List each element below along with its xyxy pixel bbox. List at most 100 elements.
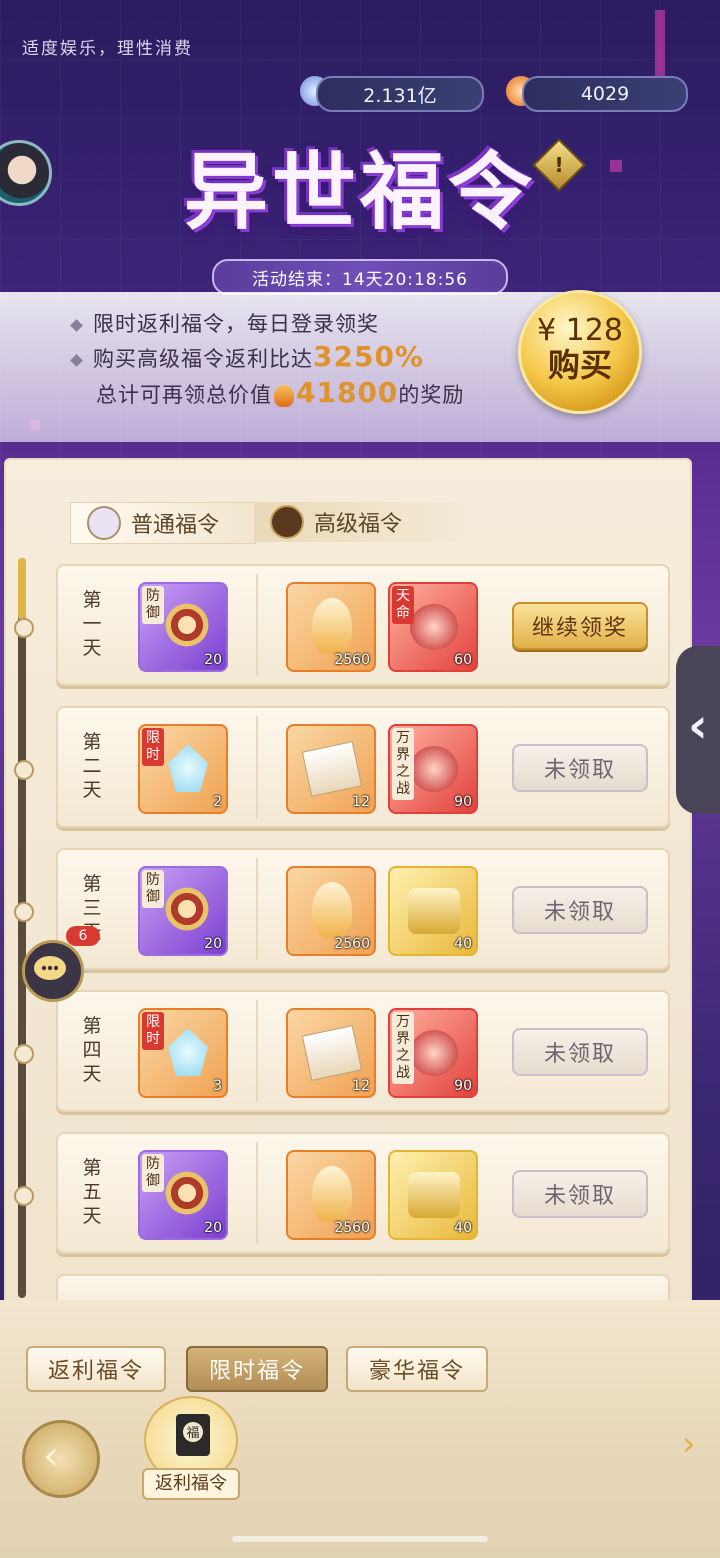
flame-currency-value: 4029 <box>522 76 688 112</box>
day-label: 第五天 <box>82 1157 102 1227</box>
reward-row-day3: 第三天 防御 20 2560 40 未领取 <box>14 848 670 970</box>
back-arrow-icon: ‹ <box>43 1433 59 1479</box>
flame-coin-icon <box>312 598 352 654</box>
advanced-reward-item-2[interactable]: 天命 60 <box>388 582 478 672</box>
free-reward-item[interactable]: 防御 20 <box>138 582 228 672</box>
unclaimed-button[interactable]: 未领取 <box>512 1170 648 1218</box>
buy-button[interactable]: ¥ 128 购买 <box>518 290 642 414</box>
rebate-pass-label: 返利福令 <box>142 1468 240 1500</box>
free-reward-item[interactable]: 防御 20 <box>138 866 228 956</box>
progress-knob <box>14 902 34 922</box>
item-qty: 12 <box>352 794 370 810</box>
defense-orb-icon <box>162 1168 212 1218</box>
gold-chest-icon <box>408 1172 460 1218</box>
item-qty: 20 <box>204 936 222 952</box>
tab-limited-pass[interactable]: 限时福令 <box>186 1346 328 1392</box>
health-notice: 适度娱乐，理性消费 <box>22 39 193 59</box>
buy-price: ¥ 128 <box>537 313 623 348</box>
tab-rebate-pass[interactable]: 返利福令 <box>26 1346 166 1392</box>
buy-label: 购买 <box>547 346 612 384</box>
promo-line-1: 限时返利福令，每日登录领奖 <box>70 308 379 338</box>
flame-coin-icon <box>312 1166 352 1222</box>
item-tag: 万界之战 <box>392 728 414 800</box>
promo-line-3: 总计可再领总价值 41800的奖励 <box>96 376 465 409</box>
bottom-bar <box>0 1300 720 1558</box>
advanced-reward-item-2[interactable]: 万界之战 90 <box>388 724 478 814</box>
advanced-reward-item-1[interactable]: 2560 <box>286 582 376 672</box>
divider <box>256 574 258 676</box>
divider <box>256 716 258 818</box>
svg-text:福: 福 <box>186 1426 199 1441</box>
back-button[interactable]: ‹ <box>22 1420 100 1498</box>
progress-rail-fill <box>18 558 26 620</box>
red-pouch-icon <box>410 746 458 792</box>
item-tag: 限时 <box>142 1012 164 1050</box>
gift-box-icon <box>270 505 304 539</box>
event-timer: 活动结束：14天20:18:56 <box>212 259 508 295</box>
item-tag: 防御 <box>142 586 164 624</box>
reward-row-day2: 第二天 限时 2 12 万界之战 90 未领取 <box>14 706 670 828</box>
home-indicator <box>232 1536 488 1542</box>
advanced-reward-item-1[interactable]: 12 <box>286 724 376 814</box>
item-qty: 20 <box>204 652 222 668</box>
progress-knob <box>14 760 34 780</box>
advanced-reward-item-2[interactable]: 万界之战 90 <box>388 1008 478 1098</box>
claim-button[interactable]: 继续领奖 <box>512 602 648 650</box>
defense-orb-icon <box>162 600 212 650</box>
tab-normal-pass[interactable]: 普通福令 <box>70 502 256 544</box>
item-qty: 2560 <box>334 652 370 668</box>
free-reward-item[interactable]: 防御 20 <box>138 1150 228 1240</box>
advanced-reward-item-1[interactable]: 2560 <box>286 1150 376 1240</box>
day-label: 第二天 <box>82 731 102 801</box>
progress-knob <box>14 1186 34 1206</box>
reward-row-day4: 第四天 限时 3 12 万界之战 90 未领取 <box>14 990 670 1112</box>
tab-luxury-pass[interactable]: 豪华福令 <box>346 1346 488 1392</box>
tab-advanced-pass[interactable]: 高级福令 <box>254 502 464 542</box>
flame-coin-icon <box>274 385 294 407</box>
next-arrow-icon[interactable]: › <box>682 1424 696 1464</box>
jade-currency-value: 2.131亿 <box>316 76 484 112</box>
item-qty: 2560 <box>334 1220 370 1236</box>
rebate-percent: 3250% <box>313 340 424 373</box>
advanced-reward-item-1[interactable]: 2560 <box>286 866 376 956</box>
advanced-reward-item-2[interactable]: 40 <box>388 1150 478 1240</box>
item-tag: 防御 <box>142 1154 164 1192</box>
item-qty: 60 <box>454 652 472 668</box>
divider <box>256 1142 258 1244</box>
reward-row-day1: 第一天 防御 20 2560 天命 60 继续领奖 <box>14 564 670 686</box>
gold-chest-icon <box>408 888 460 934</box>
day-label: 第一天 <box>82 589 102 659</box>
bullet-diamond-icon <box>70 318 83 332</box>
promo-line-2: 购买高级福令返利比达3250% <box>70 340 424 373</box>
divider <box>256 1000 258 1102</box>
item-qty: 40 <box>454 1220 472 1236</box>
item-tag: 万界之战 <box>392 1012 414 1084</box>
item-qty: 90 <box>454 794 472 810</box>
crystal-icon <box>168 744 208 792</box>
divider <box>256 858 258 960</box>
normal-pass-icon <box>87 506 121 540</box>
unclaimed-button[interactable]: 未领取 <box>512 886 648 934</box>
progress-knob <box>14 618 34 638</box>
pass-tabs: 普通福令 高级福令 <box>70 502 670 544</box>
chat-bubble-icon[interactable] <box>22 940 84 1002</box>
progress-knob <box>14 1044 34 1064</box>
side-drawer-handle[interactable]: ‹ <box>676 646 720 814</box>
reward-total: 41800 <box>296 376 399 409</box>
unclaimed-button[interactable]: 未领取 <box>512 744 648 792</box>
advanced-reward-item-2[interactable]: 40 <box>388 866 478 956</box>
flame-coin-icon <box>312 882 352 938</box>
chat-unread-badge: 6 <box>66 926 100 946</box>
item-qty: 12 <box>352 1078 370 1094</box>
free-reward-item[interactable]: 限时 3 <box>138 1008 228 1098</box>
crystal-icon <box>168 1028 208 1076</box>
bullet-diamond-icon <box>70 353 83 367</box>
free-reward-item[interactable]: 限时 2 <box>138 724 228 814</box>
item-qty: 90 <box>454 1078 472 1094</box>
advanced-reward-item-1[interactable]: 12 <box>286 1008 376 1098</box>
item-tag: 限时 <box>142 728 164 766</box>
chevron-left-icon: ‹ <box>688 698 708 754</box>
event-title: 异世福令 <box>183 142 536 241</box>
scroll-ticket-icon <box>301 741 363 797</box>
unclaimed-button[interactable]: 未领取 <box>512 1028 648 1076</box>
